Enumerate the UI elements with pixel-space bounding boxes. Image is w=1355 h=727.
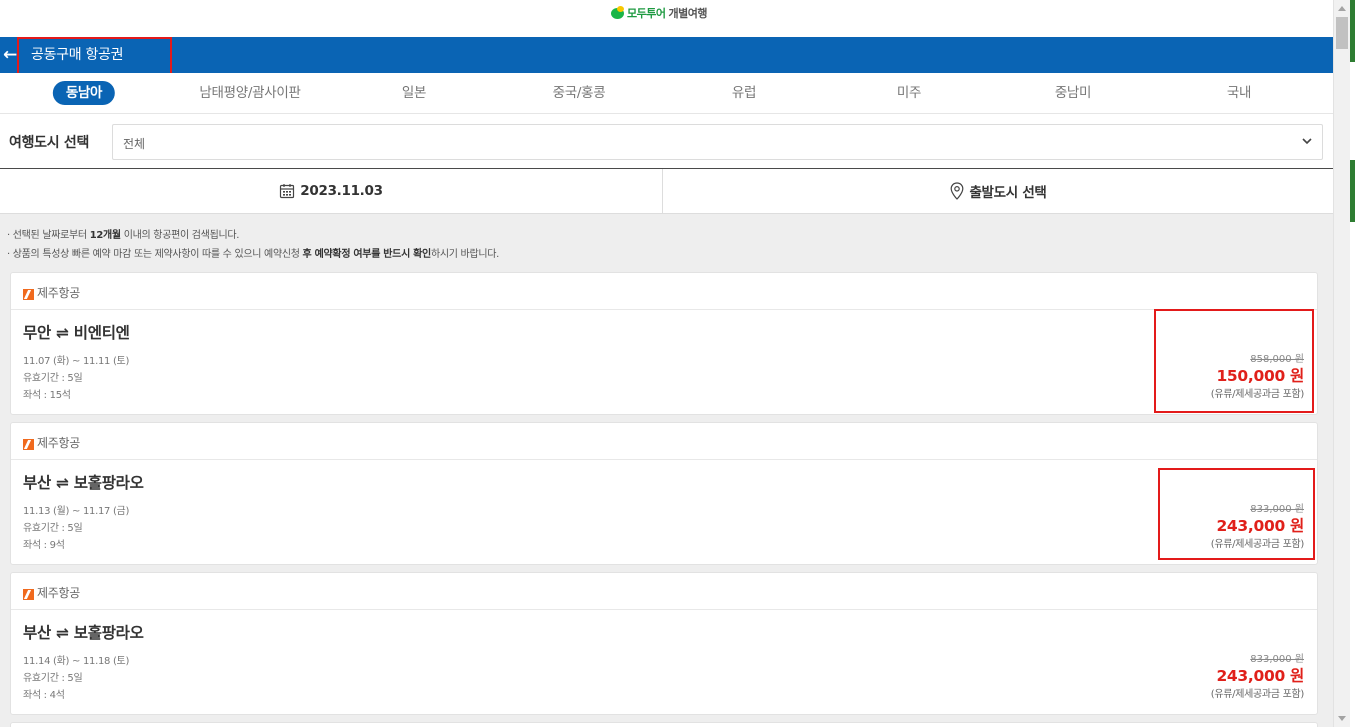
- flight-card-4-partial[interactable]: [10, 722, 1318, 727]
- route: 부산 ⇌ 보홀팡라오: [23, 624, 144, 642]
- route: 무안 ⇌ 비엔티엔: [23, 324, 130, 342]
- route: 부산 ⇌ 보홀팡라오: [23, 474, 144, 492]
- edge-green-block: [1350, 0, 1355, 62]
- travel-dates: 11.14 (화) ~ 11.18 (토): [23, 656, 130, 667]
- date-picker-button[interactable]: 2023.11.03: [0, 169, 663, 213]
- price-highlight-box: [1154, 309, 1314, 413]
- notice-line-1: · 선택된 날짜로부터 12개월 이내의 항공편이 검색됩니다.: [7, 230, 240, 241]
- vertical-scrollbar[interactable]: [1333, 0, 1350, 727]
- seats: 좌석 : 4석: [23, 690, 65, 701]
- departure-city-label: 출발도시 선택: [969, 185, 1047, 201]
- tab-domestic[interactable]: 국내: [1227, 81, 1252, 105]
- scroll-thumb[interactable]: [1336, 17, 1348, 49]
- chevron-down-icon: [1302, 138, 1312, 145]
- tab-americas[interactable]: 미주: [897, 81, 922, 105]
- airline-row: 제주항공: [11, 423, 1317, 460]
- filter-label: 여행도시 선택: [9, 135, 90, 151]
- price-highlight-box: [1158, 468, 1315, 560]
- logo-brand: 모두투어: [627, 7, 666, 20]
- original-price: 833,000 원: [1250, 654, 1304, 665]
- flight-card-2[interactable]: 제주항공 부산 ⇌ 보홀팡라오 11.13 (월) ~ 11.17 (금) 유효…: [10, 422, 1318, 565]
- edge-green-block: [1350, 160, 1355, 222]
- region-tabs: 동남아 남태평양/괌사이판 일본 중국/홍콩 유럽 미주 중남미 국내: [0, 73, 1333, 114]
- flight-card-3[interactable]: 제주항공 부산 ⇌ 보홀팡라오 11.14 (화) ~ 11.18 (토) 유효…: [10, 572, 1318, 715]
- airline-logo-icon: [23, 289, 34, 300]
- airline-name: 제주항공: [37, 286, 80, 300]
- seats: 좌석 : 15석: [23, 390, 71, 401]
- validity: 유효기간 : 5일: [23, 373, 83, 384]
- calendar-icon: [280, 184, 295, 199]
- header: ← 공동구매 항공권: [0, 37, 1333, 76]
- tab-latin-america[interactable]: 중남미: [1055, 81, 1092, 105]
- validity: 유효기간 : 5일: [23, 523, 83, 534]
- flight-card-1[interactable]: 제주항공 무안 ⇌ 비엔티엔 11.07 (화) ~ 11.11 (토) 유효기…: [10, 272, 1318, 415]
- notice-line-2: · 상품의 특성상 빠른 예약 마감 또는 제약사항이 따를 수 있으니 예약신…: [7, 249, 500, 260]
- price-note: (유류/제세공과금 포함): [1210, 689, 1305, 700]
- logo[interactable]: 모두투어 개별여행: [611, 4, 707, 22]
- location-pin-icon: [951, 182, 964, 200]
- app: 모두투어 개별여행 ← 공동구매 항공권 동남아 남태평양/괌사이판 일본 중국…: [0, 0, 1333, 727]
- scroll-down-arrow-icon[interactable]: [1334, 710, 1351, 727]
- tab-china-hongkong[interactable]: 중국/홍콩: [553, 81, 606, 105]
- validity: 유효기간 : 5일: [23, 673, 83, 684]
- top-bar: 모두투어 개별여행: [0, 0, 1333, 37]
- selected-date: 2023.11.03: [300, 183, 383, 199]
- departure-city-button[interactable]: 출발도시 선택: [664, 169, 1333, 213]
- sale-price: 243,000 원: [1216, 667, 1304, 685]
- scroll-up-arrow-icon[interactable]: [1334, 0, 1351, 17]
- city-select[interactable]: 전체: [112, 124, 1323, 160]
- airline-name: 제주항공: [37, 586, 80, 600]
- city-filter: 여행도시 선택 전체: [0, 114, 1333, 169]
- seats: 좌석 : 9석: [23, 540, 65, 551]
- travel-dates: 11.07 (화) ~ 11.11 (토): [23, 356, 130, 367]
- adjacent-window-edge: [1350, 0, 1355, 727]
- airline-logo-icon: [23, 439, 34, 450]
- airline-row: 제주항공: [11, 273, 1317, 310]
- logo-icon: [611, 5, 624, 19]
- airline-row: 제주항공: [11, 573, 1317, 610]
- title-highlight-box: [17, 37, 172, 76]
- airline-name: 제주항공: [37, 436, 80, 450]
- tab-europe[interactable]: 유럽: [732, 81, 757, 105]
- tab-southeast-asia[interactable]: 동남아: [52, 81, 116, 105]
- tab-japan[interactable]: 일본: [402, 81, 427, 105]
- airline-logo-icon: [23, 589, 34, 600]
- search-bar: 2023.11.03 출발도시 선택: [0, 169, 1333, 214]
- logo-subtitle: 개별여행: [668, 7, 707, 20]
- city-select-value: 전체: [123, 137, 146, 151]
- tab-south-pacific[interactable]: 남태평양/괌사이판: [199, 81, 301, 105]
- travel-dates: 11.13 (월) ~ 11.17 (금): [23, 506, 130, 517]
